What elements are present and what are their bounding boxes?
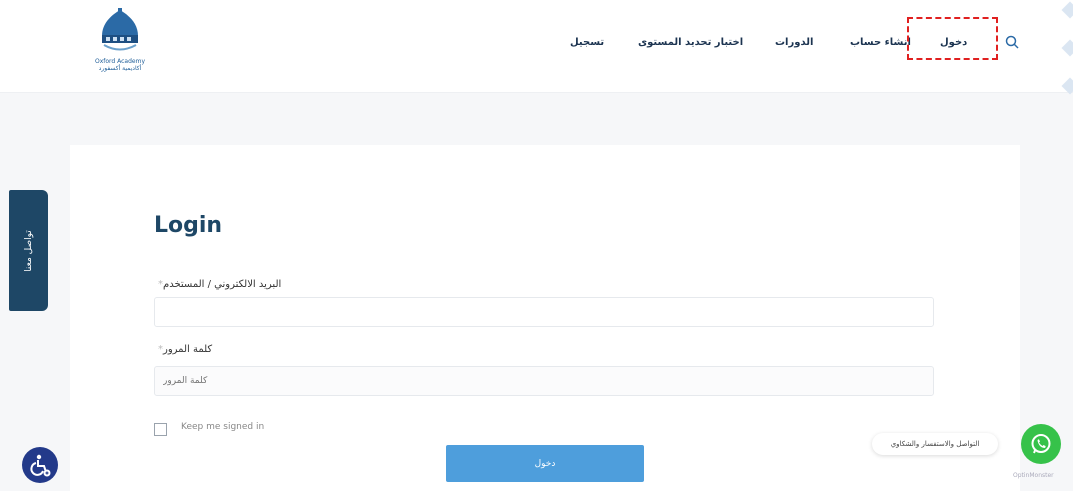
nav-courses[interactable]: الدورات xyxy=(775,37,813,48)
page-title: Login xyxy=(154,213,223,238)
password-field[interactable] xyxy=(154,366,934,396)
email-field[interactable] xyxy=(154,297,934,327)
decor-diamond xyxy=(1061,1,1073,19)
site-logo[interactable]: Oxford Academy أكاديمية أكسفورد xyxy=(80,8,160,84)
contact-side-tab[interactable]: تواصل معنا xyxy=(9,190,48,311)
remember-label: Keep me signed in xyxy=(181,422,265,432)
decor-diamond xyxy=(1061,77,1073,95)
password-label: كلمة المرور* xyxy=(158,344,213,355)
remember-checkbox[interactable] xyxy=(154,423,167,436)
whatsapp-icon xyxy=(1031,434,1051,454)
nav-create-account[interactable]: انشاء حساب xyxy=(850,37,911,48)
logo-icon xyxy=(102,8,138,51)
email-label: البريد الالكتروني / المستخدم* xyxy=(158,279,282,290)
logo-text: Oxford Academy أكاديمية أكسفورد xyxy=(94,58,145,72)
nav-placement-test[interactable]: اختبار تحديد المستوى xyxy=(638,37,743,48)
wheelchair-icon xyxy=(30,454,51,477)
accessibility-button[interactable] xyxy=(22,447,58,483)
nav-register[interactable]: تسجيل xyxy=(570,37,604,48)
search-icon[interactable] xyxy=(1004,34,1020,50)
login-submit-button[interactable]: دخول xyxy=(446,445,644,482)
login-highlight-box xyxy=(907,17,998,60)
site-header: Oxford Academy أكاديمية أكسفورد تسجيل اخ… xyxy=(0,0,1073,95)
optin-brand: OptinMonster xyxy=(1013,472,1054,479)
whatsapp-button[interactable] xyxy=(1021,424,1061,464)
side-tab-label: تواصل معنا xyxy=(23,229,34,272)
chat-bubble[interactable]: التواصل والاستفسار والشكاوي xyxy=(872,433,998,455)
decor-diamond xyxy=(1061,39,1073,57)
